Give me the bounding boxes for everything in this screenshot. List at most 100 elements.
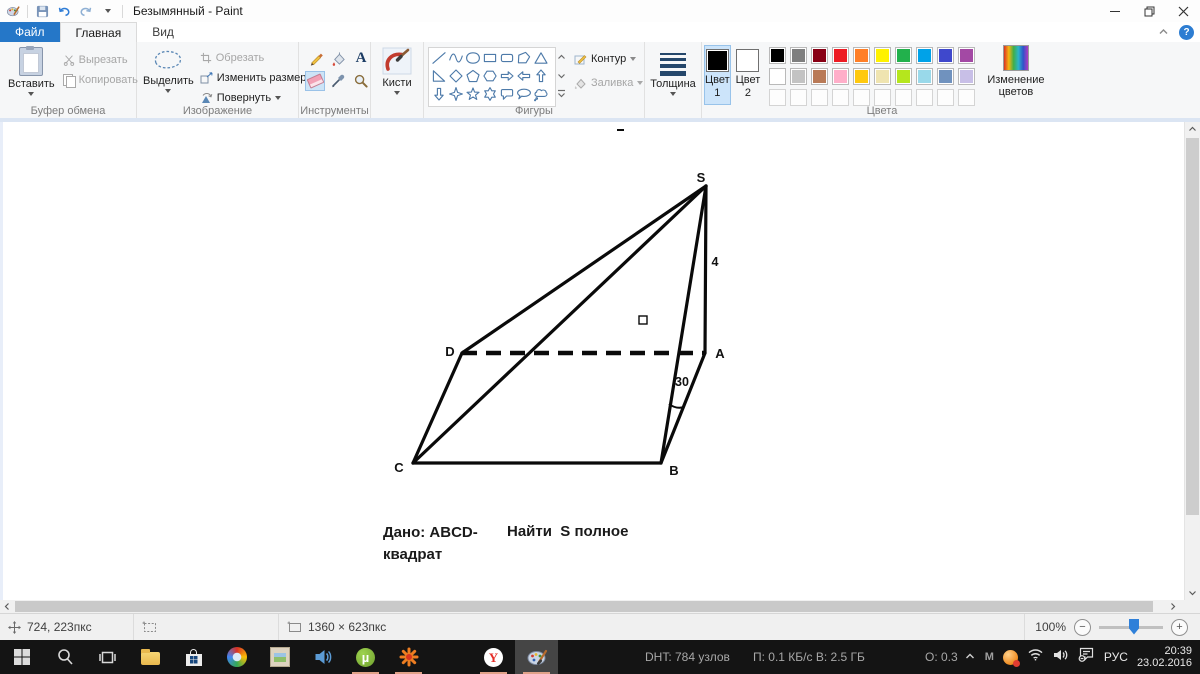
color-picker-tool-button[interactable] — [328, 71, 348, 91]
taskbar-start-icon[interactable] — [0, 640, 43, 674]
minimize-button[interactable] — [1098, 0, 1132, 22]
help-icon[interactable]: ? — [1179, 25, 1194, 40]
shape-outline-button[interactable]: Контур — [574, 50, 643, 68]
shape-arrow-right-icon[interactable] — [498, 67, 515, 85]
vertical-scroll-thumb[interactable] — [1186, 138, 1199, 515]
paste-button[interactable]: Вставить — [8, 47, 55, 96]
scroll-right-icon[interactable] — [1166, 600, 1180, 613]
color2-button[interactable]: Цвет 2 — [735, 45, 762, 105]
tab-home[interactable]: Главная — [60, 22, 138, 42]
language-indicator[interactable]: РУС — [1104, 650, 1128, 664]
text-tool-button[interactable]: A — [351, 48, 371, 68]
shape-cloud-callout-icon[interactable] — [532, 85, 549, 103]
palette-empty-slot[interactable] — [895, 89, 912, 106]
palette-color-fff200[interactable] — [874, 47, 891, 64]
shape-curve-icon[interactable] — [447, 49, 464, 67]
palette-empty-slot[interactable] — [916, 89, 933, 106]
palette-empty-slot[interactable] — [811, 89, 828, 106]
palette-color-a349a4[interactable] — [958, 47, 975, 64]
shape-triangle-icon[interactable] — [532, 49, 549, 67]
tray-messenger-icon[interactable] — [1003, 650, 1018, 665]
palette-empty-slot[interactable] — [832, 89, 849, 106]
taskbar-task-view-icon[interactable] — [86, 640, 129, 674]
shape-line-icon[interactable] — [430, 49, 447, 67]
palette-color-c8bfe7[interactable] — [958, 68, 975, 85]
palette-color-ed1c24[interactable] — [832, 47, 849, 64]
taskbar-volume-icon[interactable] — [301, 640, 344, 674]
zoom-slider-thumb[interactable] — [1129, 619, 1139, 635]
fill-tool-button[interactable] — [328, 48, 348, 68]
shape-oval-callout-icon[interactable] — [515, 85, 532, 103]
shapes-more-icon[interactable] — [557, 85, 566, 103]
undo-button[interactable] — [56, 3, 72, 19]
palette-empty-slot[interactable] — [874, 89, 891, 106]
tab-file[interactable]: Файл — [0, 22, 60, 42]
collapse-ribbon-icon[interactable] — [1158, 23, 1169, 41]
crop-button[interactable]: Обрезать — [200, 49, 307, 67]
shape-hexagon-icon[interactable] — [481, 67, 498, 85]
palette-color-ffc90e[interactable] — [853, 68, 870, 85]
palette-color-c3c3c3[interactable] — [790, 68, 807, 85]
redo-button[interactable] — [78, 3, 94, 19]
palette-color-00a2e8[interactable] — [916, 47, 933, 64]
shape-arrow-up-icon[interactable] — [532, 67, 549, 85]
palette-color-ffffff[interactable] — [769, 68, 786, 85]
magnifier-tool-button[interactable] — [351, 71, 371, 91]
palette-color-efe4b0[interactable] — [874, 68, 891, 85]
shape-rounded-rectangle-icon[interactable] — [498, 49, 515, 67]
palette-empty-slot[interactable] — [769, 89, 786, 106]
taskbar-clock[interactable]: 20:39 23.02.2016 — [1137, 645, 1192, 669]
palette-color-000000[interactable] — [769, 47, 786, 64]
tray-m-icon[interactable]: М — [985, 651, 994, 663]
palette-color-ffaec9[interactable] — [832, 68, 849, 85]
palette-empty-slot[interactable] — [790, 89, 807, 106]
horizontal-scroll-thumb[interactable] — [15, 601, 1153, 612]
tray-expand-icon[interactable] — [964, 648, 976, 666]
color1-button[interactable]: Цвет 1 — [704, 45, 731, 105]
shape-arrow-left-icon[interactable] — [515, 67, 532, 85]
shape-four-point-star-icon[interactable] — [447, 85, 464, 103]
restore-button[interactable] — [1132, 0, 1166, 22]
close-button[interactable] — [1166, 0, 1200, 22]
action-center-icon[interactable] — [1078, 647, 1095, 667]
shape-arrow-down-icon[interactable] — [430, 85, 447, 103]
shape-rounded-callout-icon[interactable] — [498, 85, 515, 103]
palette-color-7092be[interactable] — [937, 68, 954, 85]
shape-diamond-icon[interactable] — [447, 67, 464, 85]
horizontal-scrollbar[interactable] — [0, 600, 1184, 613]
drawing-canvas[interactable]: SDABC430 Дано: ABCD- квадрат Найти S пол… — [3, 122, 1184, 600]
palette-color-880015[interactable] — [811, 47, 828, 64]
palette-empty-slot[interactable] — [937, 89, 954, 106]
save-button[interactable] — [34, 3, 50, 19]
shape-ellipse-icon[interactable] — [464, 49, 481, 67]
scroll-down-icon[interactable] — [1185, 586, 1200, 600]
shape-fill-button[interactable]: Заливка — [574, 74, 643, 92]
tab-view[interactable]: Вид — [137, 22, 189, 42]
shape-rectangle-icon[interactable] — [481, 49, 498, 67]
taskbar-flower-icon[interactable] — [387, 640, 430, 674]
eraser-tool-button[interactable] — [305, 71, 325, 91]
cut-button[interactable]: Вырезать — [63, 51, 138, 69]
shape-five-point-star-icon[interactable] — [464, 85, 481, 103]
select-button[interactable]: Выделить — [143, 47, 194, 107]
wifi-icon[interactable] — [1027, 648, 1044, 666]
pencil-tool-button[interactable] — [305, 48, 325, 68]
shapes-scroll-down-icon[interactable] — [557, 66, 566, 84]
taskbar-browser-icon[interactable] — [215, 640, 258, 674]
palette-color-7f7f7f[interactable] — [790, 47, 807, 64]
customize-quick-access-button[interactable] — [100, 3, 116, 19]
palette-color-b5e61d[interactable] — [895, 68, 912, 85]
taskbar-store-icon[interactable] — [172, 640, 215, 674]
shapes-scroll-up-icon[interactable] — [557, 47, 566, 65]
zoom-slider[interactable] — [1099, 626, 1163, 629]
shape-pentagon-icon[interactable] — [464, 67, 481, 85]
zoom-out-button[interactable]: − — [1074, 619, 1091, 636]
palette-empty-slot[interactable] — [853, 89, 870, 106]
copy-button[interactable]: Копировать — [63, 71, 138, 89]
taskbar-yandex-icon[interactable]: Y — [472, 640, 515, 674]
vertical-scrollbar[interactable] — [1184, 122, 1200, 600]
palette-empty-slot[interactable] — [958, 89, 975, 106]
thickness-button[interactable]: Толщина — [645, 42, 701, 96]
shape-polygon-icon[interactable] — [515, 49, 532, 67]
taskbar-utorrent-icon[interactable]: µ — [344, 640, 387, 674]
